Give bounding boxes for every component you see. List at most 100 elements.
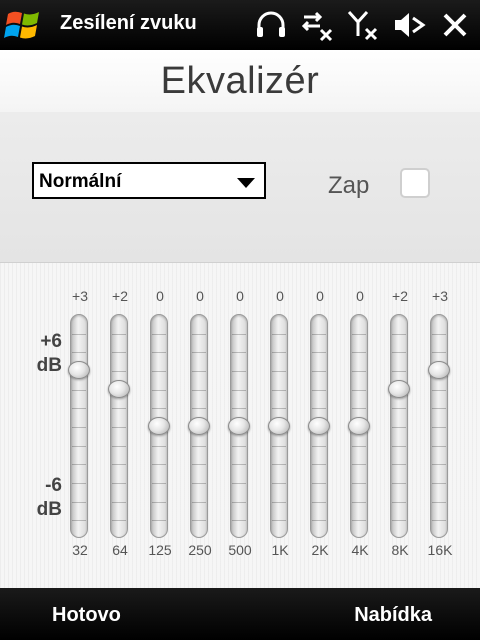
slider-tick	[352, 352, 366, 353]
slider-tick	[192, 352, 206, 353]
band-frequency-label: 500	[228, 542, 252, 558]
slider-tick	[432, 483, 446, 484]
slider-tick	[312, 371, 326, 372]
slider-tick	[352, 483, 366, 484]
band-frequency-label: 1K	[271, 542, 289, 558]
headphones-icon[interactable]	[254, 8, 288, 42]
preset-value: Normální	[39, 171, 122, 192]
slider-tick	[72, 334, 86, 335]
enable-label: Zap	[328, 172, 370, 199]
slider-tick	[152, 446, 166, 447]
slider-tick	[272, 502, 286, 503]
slider-tick	[152, 390, 166, 391]
slider-tick	[352, 408, 366, 409]
band-gain-label: 0	[236, 288, 244, 304]
band-frequency-label: 4K	[351, 542, 369, 558]
signal-off-icon[interactable]	[346, 8, 380, 42]
softkey-bar: Hotovo Nabídka	[0, 588, 480, 640]
slider-tick	[272, 334, 286, 335]
slider-tick	[272, 446, 286, 447]
slider-tick	[232, 334, 246, 335]
enable-checkbox[interactable]	[400, 168, 430, 198]
band-slider-knob[interactable]	[428, 361, 450, 379]
slider-tick	[232, 390, 246, 391]
slider-tick	[352, 390, 366, 391]
slider-tick	[72, 446, 86, 447]
db-max-value: +6	[40, 331, 62, 352]
page-title: Ekvalizér	[160, 60, 320, 102]
slider-tick	[72, 427, 86, 428]
slider-tick	[232, 446, 246, 447]
db-max-unit: dB	[36, 355, 62, 376]
band-slider-knob[interactable]	[308, 417, 330, 435]
band-250: 0 250	[180, 288, 220, 560]
slider-tick	[192, 520, 206, 521]
band-slider-knob[interactable]	[148, 417, 170, 435]
slider-tick	[232, 520, 246, 521]
slider-tick	[352, 446, 366, 447]
slider-tick	[272, 483, 286, 484]
preset-dropdown[interactable]: Normální	[32, 162, 266, 199]
band-500: 0 500	[220, 288, 260, 560]
band-64: +2 64	[100, 288, 140, 560]
slider-tick	[112, 446, 126, 447]
done-softkey[interactable]: Hotovo	[52, 604, 121, 627]
band-slider-track[interactable]	[70, 314, 88, 538]
band-slider-knob[interactable]	[188, 417, 210, 435]
band-gain-label: +3	[72, 288, 88, 304]
slider-tick	[192, 408, 206, 409]
slider-tick	[112, 520, 126, 521]
data-sync-icon[interactable]	[300, 8, 334, 42]
band-slider-knob[interactable]	[228, 417, 250, 435]
band-slider-track[interactable]	[430, 314, 448, 538]
slider-tick	[112, 464, 126, 465]
db-min-unit: dB	[36, 499, 62, 520]
slider-tick	[392, 464, 406, 465]
slider-tick	[272, 408, 286, 409]
slider-tick	[112, 334, 126, 335]
menu-softkey[interactable]: Nabídka	[354, 604, 432, 627]
band-gain-label: 0	[316, 288, 324, 304]
chevron-down-icon[interactable]	[237, 178, 255, 188]
slider-tick	[312, 502, 326, 503]
slider-tick	[312, 352, 326, 353]
slider-tick	[192, 371, 206, 372]
speaker-mute-icon[interactable]	[392, 8, 426, 42]
band-8k: +2 8K	[380, 288, 420, 560]
db-max-label: +6 dB	[22, 330, 62, 378]
slider-tick	[72, 390, 86, 391]
slider-tick	[72, 520, 86, 521]
band-gain-label: 0	[356, 288, 364, 304]
slider-tick	[392, 446, 406, 447]
slider-tick	[392, 371, 406, 372]
band-32: +3 32	[60, 288, 100, 560]
band-gain-label: +3	[432, 288, 448, 304]
slider-tick	[72, 352, 86, 353]
band-slider-knob[interactable]	[348, 417, 370, 435]
band-slider-track[interactable]	[390, 314, 408, 538]
band-slider-knob[interactable]	[68, 361, 90, 379]
slider-tick	[192, 502, 206, 503]
slider-tick	[152, 334, 166, 335]
slider-tick	[392, 483, 406, 484]
slider-tick	[72, 483, 86, 484]
slider-tick	[312, 464, 326, 465]
slider-tick	[232, 352, 246, 353]
band-slider-knob[interactable]	[268, 417, 290, 435]
close-icon[interactable]	[438, 8, 472, 42]
slider-tick	[272, 390, 286, 391]
band-slider-knob[interactable]	[108, 380, 130, 398]
slider-tick	[352, 502, 366, 503]
band-frequency-label: 250	[188, 542, 212, 558]
slider-tick	[432, 502, 446, 503]
slider-tick	[192, 483, 206, 484]
windows-start-icon[interactable]	[4, 6, 44, 44]
title-bar: Zesílení zvuku	[0, 0, 480, 50]
slider-tick	[232, 502, 246, 503]
band-slider-track[interactable]	[110, 314, 128, 538]
band-frequency-label: 64	[112, 542, 128, 558]
band-frequency-label: 16K	[427, 542, 453, 558]
slider-tick	[272, 520, 286, 521]
band-slider-knob[interactable]	[388, 380, 410, 398]
slider-tick	[392, 352, 406, 353]
